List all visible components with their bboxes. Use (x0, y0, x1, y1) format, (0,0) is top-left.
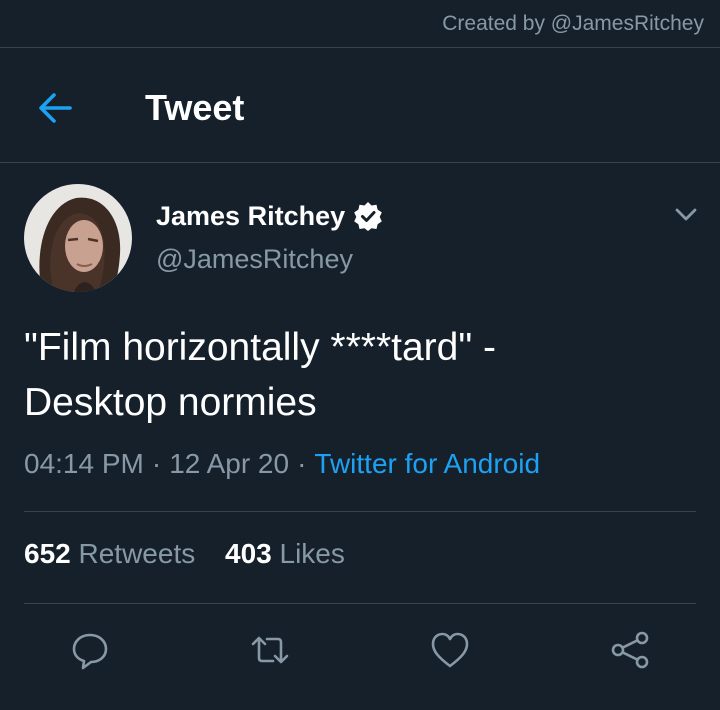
tweet-meta: 04:14 PM · 12 Apr 20 · Twitter for Android (24, 448, 540, 480)
meta-separator: · (151, 448, 162, 479)
share-button[interactable] (608, 628, 652, 672)
author-handle[interactable]: @JamesRitchey (156, 244, 353, 275)
actions-top-divider (24, 603, 696, 604)
chevron-down-icon (675, 208, 697, 221)
stats-top-divider (24, 511, 696, 512)
watermark-text: Created by @JamesRitchey (442, 12, 704, 35)
avatar-image (24, 184, 132, 292)
avatar[interactable] (24, 184, 132, 292)
retweet-button[interactable] (248, 628, 292, 672)
share-icon (611, 631, 649, 669)
retweets-label: Retweets (78, 538, 196, 569)
back-button[interactable] (34, 88, 78, 128)
like-button[interactable] (428, 628, 472, 672)
reply-button[interactable] (68, 628, 112, 672)
retweets-stat[interactable]: 652 Retweets (24, 538, 195, 570)
page-title: Tweet (145, 87, 245, 128)
tweet-text: "Film horizontally ****tard" - Desktop n… (24, 320, 704, 430)
retweet-icon (251, 636, 289, 664)
back-arrow-icon (39, 93, 72, 123)
tweet-date: 12 Apr 20 (169, 448, 290, 479)
tweet-text-line: Desktop normies (24, 381, 317, 424)
tweet-text-line: "Film horizontally ****tard" - (24, 326, 496, 369)
header-bar: Tweet (0, 78, 720, 140)
likes-stat[interactable]: 403 Likes (225, 538, 345, 570)
reply-icon (72, 633, 108, 670)
retweets-count: 652 (24, 538, 71, 569)
tweet-time: 04:14 PM (24, 448, 144, 479)
author-name-row[interactable]: James Ritchey (156, 196, 383, 236)
likes-label: Likes (279, 538, 345, 569)
tweet-source-link[interactable]: Twitter for Android (314, 448, 540, 479)
verified-badge-icon (354, 202, 382, 231)
likes-count: 403 (225, 538, 272, 569)
heart-icon (431, 632, 469, 668)
header-divider (0, 162, 720, 163)
meta-separator: · (297, 448, 307, 479)
tweet-menu-button[interactable] (670, 200, 702, 228)
display-name: James Ritchey (156, 200, 346, 231)
top-divider (0, 47, 720, 48)
tweet-stats: 652 Retweets 403 Likes (24, 538, 367, 570)
